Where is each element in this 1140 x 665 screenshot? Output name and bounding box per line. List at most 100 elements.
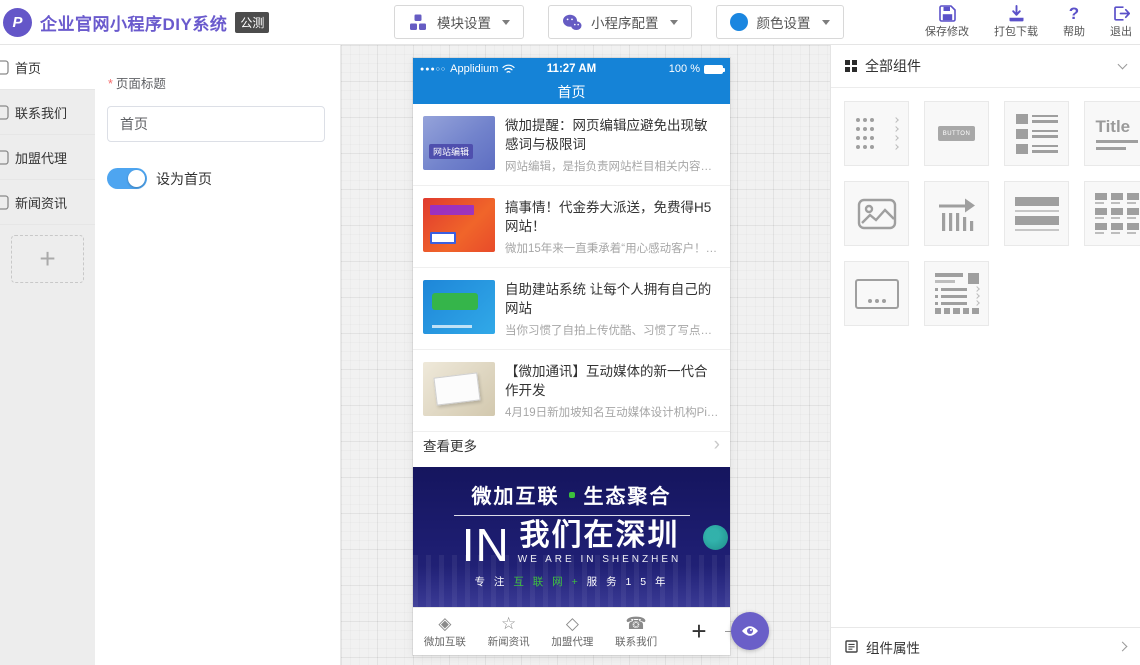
phone-status-bar: ●●●○○ Applidium 11:27 AM 100 % [413, 58, 730, 80]
eye-icon [741, 625, 759, 637]
sidebar-item-news[interactable]: 新闻资讯 [0, 180, 95, 225]
thumbnail-art [430, 232, 456, 244]
help-button[interactable]: ? 帮助 [1063, 4, 1085, 39]
star-icon: ☆ [501, 614, 516, 633]
component-tile-article-list[interactable] [924, 261, 989, 326]
banner-title-left: 微加互联 [472, 480, 560, 509]
component-tile-image-text-list[interactable] [1004, 101, 1069, 166]
exit-icon [1113, 4, 1130, 22]
news-list-component[interactable]: 网站编辑 微加提醒：网页编辑应避免出现敏感词与极限词 网站编辑，是指负责网站栏目… [413, 104, 730, 458]
sidebar-item-agency[interactable]: 加盟代理 [0, 135, 95, 180]
chevron-right-icon: › [714, 435, 720, 455]
wechat-icon [562, 14, 582, 31]
chevron-right-icon [893, 135, 899, 141]
pages-sidebar: 首页 联系我们 加盟代理 新闻资讯 + [0, 45, 95, 665]
chevron-right-icon[interactable] [1118, 642, 1128, 652]
component-tile-list-menu[interactable] [844, 101, 909, 166]
tab-contact[interactable]: ☎ 联系我们 [604, 608, 668, 655]
color-settings-label: 颜色设置 [757, 12, 811, 32]
banner-headline: 我们在深圳 [518, 521, 681, 551]
set-homepage-row: 设为首页 [107, 168, 340, 189]
sidebar-item-contact[interactable]: 联系我们 [0, 90, 95, 135]
title-shape: Title [1096, 118, 1131, 136]
components-header-label: 全部组件 [865, 56, 921, 76]
image-icon [857, 198, 897, 230]
properties-icon [845, 640, 858, 653]
banner-in-text: IN [462, 525, 510, 565]
sidebar-item-label: 联系我们 [15, 103, 67, 122]
news-item[interactable]: 搞事情！代金券大派送，免费得H5网站！ 微加15年来一直秉承着“用心感动客户！”… [413, 186, 730, 268]
tab-label: 联系我们 [615, 634, 657, 649]
component-tile-icon-grid[interactable] [1084, 181, 1140, 246]
component-tile-carousel[interactable] [844, 261, 909, 326]
components-header: 全部组件 [831, 45, 1140, 88]
required-asterisk: * [108, 77, 113, 91]
tab-label: 微加互联 [424, 634, 466, 649]
component-tile-title[interactable]: Title [1084, 101, 1140, 166]
news-desc: 当你习惯了自拍上传优酷、习惯了写点小... [505, 322, 720, 338]
module-settings-button[interactable]: 模块设置 [394, 5, 524, 39]
download-button[interactable]: 打包下载 [994, 4, 1038, 39]
thumbnail-art [433, 372, 480, 405]
thumbnail-art [432, 293, 478, 310]
tab-home[interactable]: ◈ 微加互联 [413, 608, 477, 655]
component-properties-bar[interactable]: 组件属性 [831, 627, 1140, 665]
caret-down-icon [502, 20, 510, 25]
miniprogram-config-label: 小程序配置 [591, 12, 659, 32]
view-more-label: 查看更多 [423, 435, 477, 455]
news-thumbnail [423, 198, 495, 252]
chevron-down-icon[interactable] [1118, 60, 1128, 70]
blue-circle-icon [730, 13, 748, 31]
app-logo-icon: P [3, 8, 32, 37]
properties-label: 组件属性 [866, 637, 920, 657]
news-item[interactable]: 自助建站系统 让每个人拥有自己的网站 当你习惯了自拍上传优酷、习惯了写点小... [413, 268, 730, 350]
diamond-outline-icon: ◇ [566, 614, 579, 633]
page-title-label: *页面标题 [108, 73, 340, 92]
preview-eye-button[interactable] [731, 612, 769, 650]
cubes-icon [408, 14, 428, 31]
news-item[interactable]: 网站编辑 微加提醒：网页编辑应避免出现敏感词与极限词 网站编辑，是指负责网站栏目… [413, 104, 730, 186]
phone-icon: ☎ [626, 614, 647, 633]
color-settings-button[interactable]: 颜色设置 [716, 5, 844, 39]
download-label: 打包下载 [994, 23, 1038, 39]
top-header: P 企业官网小程序DIY系统 公测 模块设置 小程序配置 颜色设置 [0, 0, 1140, 45]
set-homepage-toggle[interactable] [107, 168, 147, 189]
header-menu-group: 模块设置 小程序配置 颜色设置 [394, 5, 844, 39]
component-tile-trend[interactable] [924, 181, 989, 246]
tab-label: 加盟代理 [551, 634, 593, 649]
news-item[interactable]: 【微加通讯】互动媒体的新一代合作开发 4月19日新加坡知名互动媒体设计机构Pin… [413, 350, 730, 432]
button-shape: BUTTON [938, 126, 975, 141]
add-page-button[interactable]: + [11, 235, 84, 283]
module-settings-label: 模块设置 [437, 12, 491, 32]
exit-button[interactable]: 退出 [1110, 4, 1132, 39]
sidebar-item-home[interactable]: 首页 [0, 45, 95, 90]
save-button[interactable]: 保存修改 [925, 4, 969, 39]
tab-agency[interactable]: ◇ 加盟代理 [541, 608, 605, 655]
thumbnail-caption: 网站编辑 [429, 144, 473, 159]
bars-arrow-icon [937, 196, 977, 231]
news-thumbnail: 网站编辑 [423, 116, 495, 170]
banner-title-right: 生态聚合 [584, 480, 672, 509]
component-tile-button[interactable]: BUTTON [924, 101, 989, 166]
beta-badge: 公测 [235, 12, 269, 33]
news-thumbnail [423, 280, 495, 334]
page-icon [0, 60, 9, 75]
help-icon: ? [1069, 4, 1079, 22]
component-tile-image[interactable] [844, 181, 909, 246]
news-desc: 网站编辑，是指负责网站栏目相关内容的... [505, 158, 720, 174]
page-title-input[interactable] [107, 106, 325, 142]
view-more-row[interactable]: 查看更多 › [413, 432, 730, 458]
banner-component[interactable]: 微加互联 生态聚合 IN 我们在深圳 WE ARE IN SHENZHEN 专 … [413, 467, 730, 607]
toggle-knob [128, 170, 145, 187]
miniprogram-config-button[interactable]: 小程序配置 [548, 5, 692, 39]
chevron-right-icon [893, 126, 899, 132]
components-grid: BUTTON Title [831, 88, 1140, 326]
sidebar-item-label: 首页 [15, 58, 41, 77]
download-icon [1008, 4, 1025, 22]
news-title: 微加提醒：网页编辑应避免出现敏感词与极限词 [505, 116, 720, 154]
tab-news[interactable]: ☆ 新闻资讯 [477, 608, 541, 655]
grid-icon [845, 60, 857, 72]
add-tab-button[interactable]: + [668, 608, 730, 655]
component-tile-paragraph[interactable] [1004, 181, 1069, 246]
app-window: P 企业官网小程序DIY系统 公测 模块设置 小程序配置 颜色设置 [0, 0, 1140, 665]
